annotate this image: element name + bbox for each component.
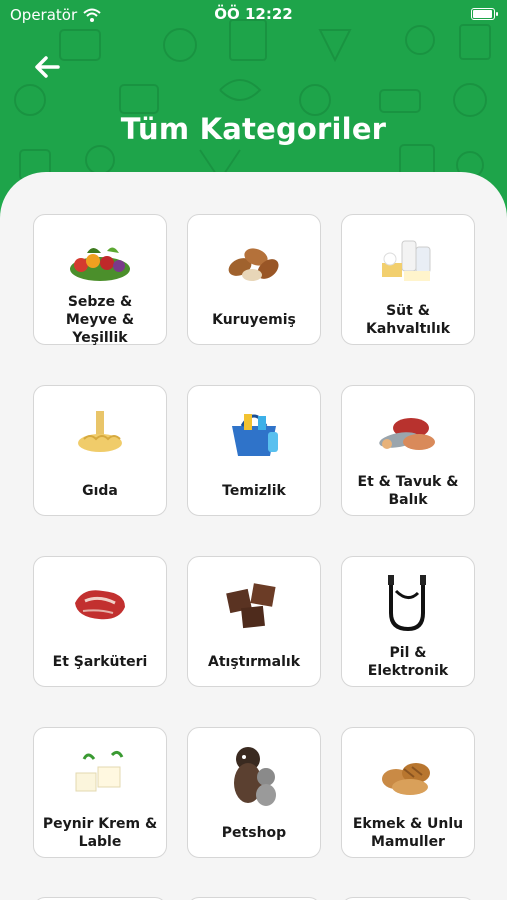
usb-cable-icon [363, 569, 453, 639]
category-label: Et & Tavuk & Balık [357, 473, 459, 508]
category-label: Sebze & Meyve & Yeşillik [65, 293, 135, 346]
arrow-left-icon [35, 56, 60, 78]
battery-icon [471, 8, 498, 20]
category-card[interactable]: Atıştırmalık [187, 556, 321, 687]
category-card[interactable]: Et & Tavuk & Balık [341, 385, 475, 516]
category-label: Petshop [221, 824, 287, 841]
category-label: Kuruyemiş [212, 311, 296, 328]
status-time: ÖÖ 12:22 [214, 5, 293, 23]
category-label: Ekmek & Unlu Mamuller [352, 815, 464, 850]
category-grid: Sebze & Meyve & Yeşillik Kuruyemiş Süt &… [33, 214, 475, 858]
category-label: Peynir Krem & Lable [42, 815, 158, 850]
category-card[interactable]: Et Şarküteri [33, 556, 167, 687]
page-title: Tüm Kategoriler [120, 112, 387, 146]
bread-icon [363, 740, 453, 810]
category-label: Gıda [82, 482, 118, 499]
pasta-icon [55, 398, 145, 468]
category-card[interactable]: Petshop [187, 727, 321, 858]
category-card[interactable]: Pil & Elektronik [341, 556, 475, 687]
cheese-icon [55, 740, 145, 810]
category-card[interactable]: Temizlik [187, 385, 321, 516]
red-meat-icon [55, 569, 145, 639]
category-label: Et Şarküteri [52, 653, 148, 670]
category-label: Temizlik [222, 482, 286, 499]
chocolate-icon [209, 569, 299, 639]
category-card[interactable]: Peynir Krem & Lable [33, 727, 167, 858]
header-banner: Operatör ÖÖ 12:22 Tüm Kategoriler [0, 0, 507, 200]
food-doodle-pattern [14, 19, 491, 182]
category-label: Pil & Elektronik [367, 644, 449, 679]
category-card[interactable]: Gıda [33, 385, 167, 516]
back-button[interactable] [30, 50, 64, 84]
category-label: Atıştırmalık [208, 653, 300, 670]
status-bar: Operatör ÖÖ 12:22 [0, 0, 507, 30]
content-sheet: Sebze & Meyve & Yeşillik Kuruyemiş Süt &… [0, 172, 507, 900]
meat-fish-icon [363, 398, 453, 468]
category-label: Süt & Kahvaltılık [365, 302, 451, 337]
vegetables-icon [55, 227, 145, 297]
category-card[interactable]: Ekmek & Unlu Mamuller [341, 727, 475, 858]
category-card[interactable]: Kuruyemiş [187, 214, 321, 345]
cleaning-bucket-icon [209, 398, 299, 468]
almonds-icon [209, 227, 299, 297]
dairy-icon [363, 227, 453, 297]
category-card[interactable]: Süt & Kahvaltılık [341, 214, 475, 345]
category-card[interactable]: Sebze & Meyve & Yeşillik [33, 214, 167, 346]
pets-icon [209, 740, 299, 810]
